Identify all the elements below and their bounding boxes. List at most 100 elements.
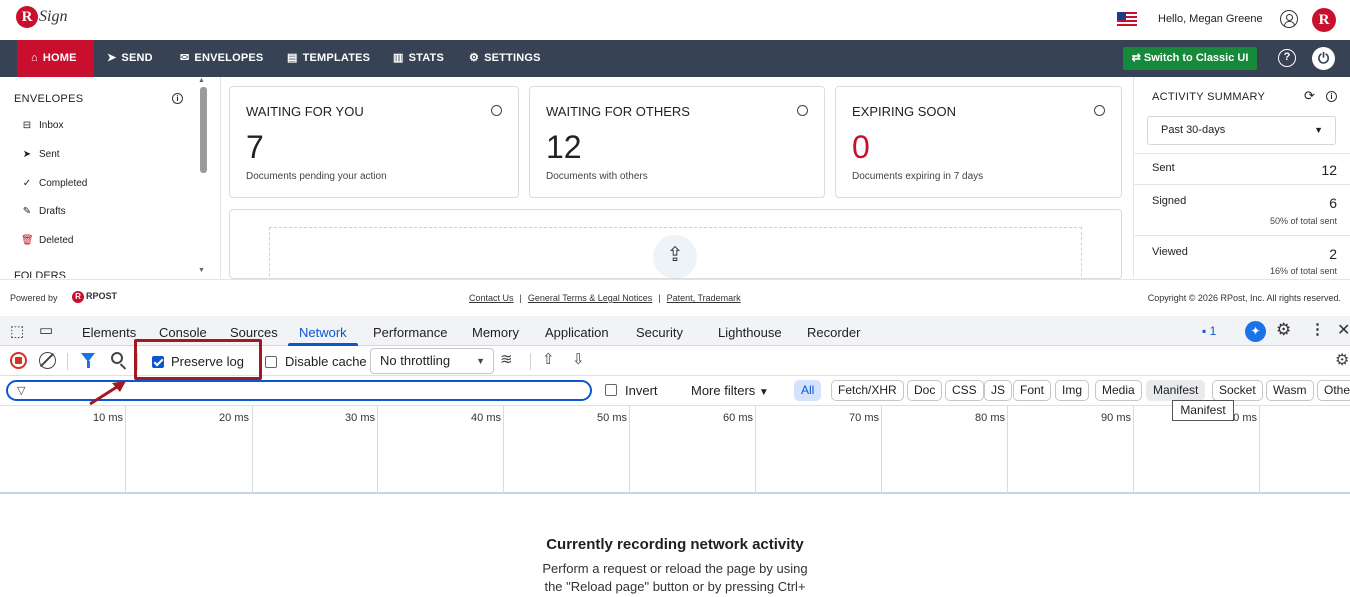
user-profile-icon[interactable] <box>1280 10 1298 28</box>
upload-area[interactable]: ⇪ <box>229 209 1122 279</box>
more-options-icon[interactable]: ⋮ <box>1310 320 1325 338</box>
nav-templates[interactable]: ▤ TEMPLATES <box>287 40 370 77</box>
upload-icon[interactable]: ⇪ <box>653 235 697 278</box>
upload-dropzone[interactable]: ⇪ <box>269 227 1082 278</box>
info-icon[interactable]: i <box>172 93 183 104</box>
network-conditions-icon[interactable]: ≋ <box>500 350 513 368</box>
timeline-gridline <box>252 406 253 494</box>
send-icon: ➤ <box>107 52 117 64</box>
nav-stats-label: STATS <box>408 52 445 64</box>
chip-all[interactable]: All <box>794 380 822 401</box>
chip-media[interactable]: Media <box>1095 380 1142 401</box>
sidebar-item-completed[interactable]: ✓ Completed <box>21 178 88 189</box>
sidebar-item-deleted[interactable]: 🗑 Deleted <box>21 235 73 246</box>
sidebar-item-drafts[interactable]: ✎ Drafts <box>21 206 66 217</box>
tab-recorder[interactable]: Recorder <box>807 325 860 340</box>
info-icon <box>1094 105 1105 116</box>
invert-label[interactable]: Invert <box>625 383 658 398</box>
ai-assistant-icon[interactable]: ✦ <box>1245 321 1266 342</box>
stop-recording-icon[interactable] <box>10 352 27 369</box>
inspect-element-icon[interactable]: ⬚ <box>10 322 24 340</box>
nav-stats[interactable]: ▥ STATS <box>393 40 444 77</box>
clear-icon[interactable] <box>39 352 56 369</box>
settings-icon[interactable]: ⚙ <box>1276 320 1291 340</box>
scroll-up-icon[interactable]: ▲ <box>198 77 205 84</box>
import-har-icon[interactable]: ⇧ <box>542 350 555 368</box>
invert-checkbox[interactable] <box>605 384 617 396</box>
refresh-icon[interactable]: ⟳ <box>1304 88 1315 104</box>
chip-img[interactable]: Img <box>1055 380 1090 401</box>
stat-sent: Sent 12 <box>1134 153 1350 184</box>
chip-manifest[interactable]: Manifest <box>1146 380 1206 401</box>
device-toolbar-icon[interactable]: ▭ <box>39 321 53 339</box>
info-icon[interactable]: i <box>1326 91 1337 102</box>
annotation-highlight-box <box>134 339 262 380</box>
patent-link[interactable]: Patent, Trademark <box>667 293 741 303</box>
timeline-gridline <box>1007 406 1008 494</box>
tab-network[interactable]: Network <box>299 325 347 340</box>
scroll-down-icon[interactable]: ▼ <box>198 267 205 274</box>
sidebar-item-sent[interactable]: ➤ Sent <box>21 149 60 160</box>
power-icon[interactable]: ⏻ <box>1312 47 1335 70</box>
tab-security[interactable]: Security <box>636 325 683 340</box>
close-icon[interactable]: ✕ <box>1337 320 1350 340</box>
tab-performance[interactable]: Performance <box>373 325 447 340</box>
export-har-icon[interactable]: ⇩ <box>572 350 585 368</box>
tab-memory[interactable]: Memory <box>472 325 519 340</box>
tab-console[interactable]: Console <box>159 325 207 340</box>
nav-home-label: HOME <box>42 52 77 64</box>
chip-fetch-xhr[interactable]: Fetch/XHR <box>831 380 904 401</box>
activity-title: ACTIVITY SUMMARY <box>1152 91 1266 103</box>
search-icon[interactable] <box>111 352 123 364</box>
chip-js[interactable]: JS <box>984 380 1013 401</box>
terms-link[interactable]: General Terms & Legal Notices <box>528 293 652 303</box>
disable-cache-label[interactable]: Disable cache <box>285 354 367 369</box>
help-icon[interactable]: ? <box>1278 49 1296 67</box>
tab-lighthouse[interactable]: Lighthouse <box>718 325 782 340</box>
nav-send[interactable]: ➤ SEND <box>107 40 153 77</box>
sidebar-item-inbox[interactable]: ⊟ Inbox <box>21 120 64 131</box>
nav-settings[interactable]: ⚙ SETTINGS <box>469 40 541 77</box>
card-title: WAITING FOR YOU <box>246 104 364 119</box>
issues-badge[interactable]: ▪ 1 <box>1202 324 1216 338</box>
tab-sources[interactable]: Sources <box>230 325 278 340</box>
us-flag-icon[interactable] <box>1117 12 1137 27</box>
filter-icon[interactable] <box>81 353 95 368</box>
chip-css[interactable]: CSS <box>945 380 984 401</box>
tab-elements[interactable]: Elements <box>82 325 136 340</box>
timeline-gridline <box>377 406 378 494</box>
chip-wasm[interactable]: Wasm <box>1266 380 1314 401</box>
folders-title: FOLDERS <box>14 270 66 278</box>
card-waiting-for-you[interactable]: WAITING FOR YOU 7 Documents pending your… <box>229 86 519 198</box>
timeline-label: 90 ms <box>1101 412 1131 424</box>
filter-bar: ▽ Invert More filters ▼ All Fetch/XHR Do… <box>0 376 1350 406</box>
recording-title: Currently recording network activity <box>546 536 804 553</box>
gear-icon: ⚙ <box>469 52 480 64</box>
tab-application[interactable]: Application <box>545 325 609 340</box>
card-waiting-for-others[interactable]: WAITING FOR OTHERS 12 Documents with oth… <box>529 86 825 198</box>
timeline-gridline <box>629 406 630 494</box>
throttling-select[interactable]: No throttling ▼ <box>370 348 494 374</box>
more-filters-dropdown[interactable]: More filters ▼ <box>691 383 769 398</box>
card-count: 12 <box>546 129 582 165</box>
chip-other[interactable]: Other <box>1317 380 1350 401</box>
nav-home[interactable]: ⌂ HOME <box>17 40 94 77</box>
clock-icon <box>491 105 502 116</box>
contact-us-link[interactable]: Contact Us <box>469 293 514 303</box>
trash-icon: 🗑 <box>21 235 34 246</box>
avatar[interactable]: R <box>1312 8 1336 32</box>
card-expiring-soon[interactable]: EXPIRING SOON 0 Documents expiring in 7 … <box>835 86 1122 198</box>
rsign-logo[interactable]: R Sign <box>16 6 67 28</box>
nav-envelopes[interactable]: ✉ ENVELOPES <box>180 40 263 77</box>
chip-socket[interactable]: Socket <box>1212 380 1263 401</box>
switch-classic-button[interactable]: ⇄ Switch to Classic UI <box>1123 47 1257 70</box>
chip-doc[interactable]: Doc <box>907 380 943 401</box>
disable-cache-checkbox[interactable] <box>265 356 277 368</box>
chip-font[interactable]: Font <box>1013 380 1052 401</box>
timeline-gridline <box>1133 406 1134 494</box>
issues-count: 1 <box>1209 324 1217 338</box>
network-timeline[interactable]: 10 ms 20 ms 30 ms 40 ms 50 ms 60 ms 70 m… <box>0 406 1350 494</box>
network-settings-icon[interactable]: ⚙ <box>1335 350 1349 370</box>
period-select[interactable]: Past 30-days ▼ <box>1147 116 1336 145</box>
sidebar-scrollbar[interactable] <box>200 87 207 173</box>
